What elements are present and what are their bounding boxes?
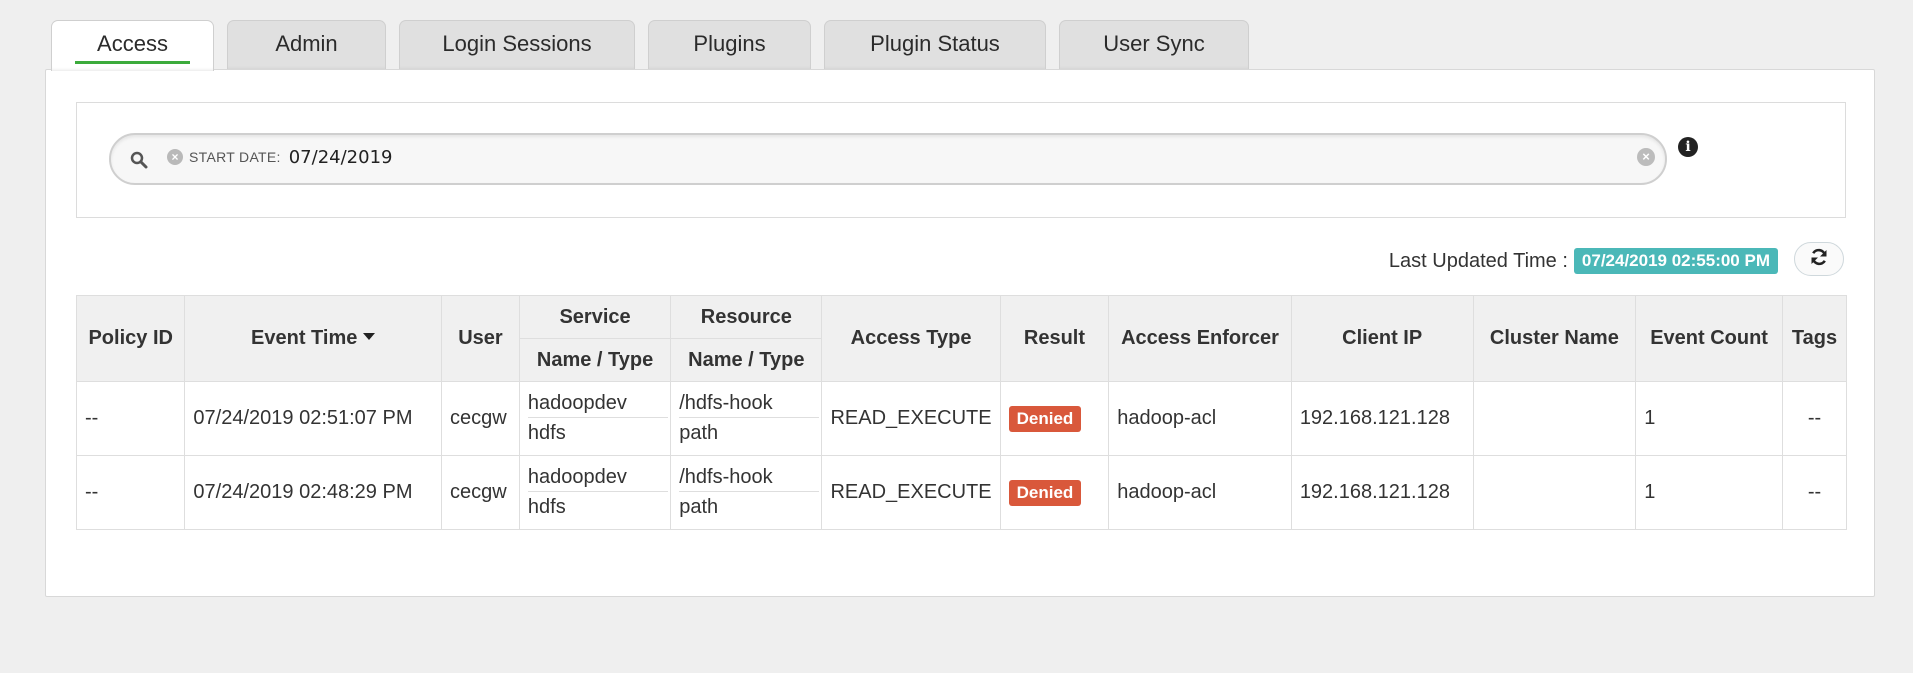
facet-remove-icon[interactable]: × <box>167 149 183 165</box>
resource-name: /hdfs-hook <box>679 466 820 492</box>
tab-user-sync[interactable]: User Sync <box>1059 20 1249 70</box>
cell-event-count: 1 <box>1635 381 1783 456</box>
table-row: -- 07/24/2019 02:51:07 PM cecgw hadoopde… <box>75 381 1848 456</box>
tab-plugin-status[interactable]: Plugin Status <box>824 20 1046 70</box>
last-updated-time-badge: 07/24/2019 02:55:00 PM <box>1573 248 1778 274</box>
search-container: × START DATE: 07/24/2019 × i <box>76 102 1846 218</box>
tab-access[interactable]: Access <box>51 20 214 71</box>
cell-event-count: 1 <box>1635 455 1783 530</box>
access-audit-panel: × START DATE: 07/24/2019 × i Last Update… <box>45 69 1875 597</box>
table-header-row: Policy ID Event Time User Service Resour… <box>75 295 1848 382</box>
table-row: -- 07/24/2019 02:48:29 PM cecgw hadoopde… <box>75 455 1848 530</box>
col-event-count: Event Count <box>1635 295 1783 382</box>
cell-client-ip: 192.168.121.128 <box>1290 455 1474 530</box>
col-client-ip: Client IP <box>1290 295 1474 382</box>
cell-access-enforcer: hadoop-acl <box>1108 381 1292 456</box>
clear-icon[interactable]: × <box>1637 148 1655 166</box>
service-type: hdfs <box>527 422 566 444</box>
cell-user: cecgw <box>441 381 520 456</box>
tab-label: Access <box>75 31 190 64</box>
col-access-type: Access Type <box>821 295 1001 382</box>
cell-service: hadoopdev hdfs <box>518 381 672 456</box>
tab-label: User Sync <box>1103 31 1205 56</box>
refresh-icon <box>1809 247 1829 272</box>
cell-access-type: READ_EXECUTE <box>821 455 1001 530</box>
search-facet-start-date[interactable]: × START DATE: 07/24/2019 <box>167 144 392 170</box>
tab-label: Admin <box>275 31 338 56</box>
audit-table: Policy ID Event Time User Service Resour… <box>75 295 1848 530</box>
cell-user: cecgw <box>441 455 520 530</box>
search-input[interactable]: × START DATE: 07/24/2019 × <box>109 133 1667 185</box>
info-icon[interactable]: i <box>1678 137 1698 157</box>
tab-label: Plugin Status <box>870 31 1000 56</box>
tab-bar: Access Admin Login Sessions Plugins Plug… <box>51 20 1262 71</box>
cell-event-time: 07/24/2019 02:48:29 PM <box>184 455 442 530</box>
refresh-button[interactable] <box>1794 242 1844 276</box>
cell-result: Denied <box>999 381 1110 456</box>
cell-event-time: 07/24/2019 02:51:07 PM <box>184 381 442 456</box>
resource-type: path <box>679 422 719 444</box>
search-icon <box>129 150 149 170</box>
cell-service: hadoopdev hdfs <box>518 455 672 530</box>
cell-result: Denied <box>999 455 1110 530</box>
cell-policy-id: -- <box>75 455 186 530</box>
sort-desc-icon <box>363 333 376 341</box>
col-service-name-type: Name / Type <box>518 338 672 382</box>
cell-cluster-name <box>1472 381 1637 456</box>
cell-policy-id: -- <box>75 381 186 456</box>
col-event-time-label: Event Time <box>251 327 358 349</box>
cell-access-enforcer: hadoop-acl <box>1108 455 1292 530</box>
tab-label: Plugins <box>693 31 766 56</box>
tab-admin[interactable]: Admin <box>227 20 386 70</box>
facet-value[interactable]: 07/24/2019 <box>289 147 393 168</box>
col-resource-name-type: Name / Type <box>670 338 823 382</box>
tab-login-sessions[interactable]: Login Sessions <box>399 20 635 70</box>
col-user: User <box>441 295 520 382</box>
col-result: Result <box>999 295 1110 382</box>
service-name: hadoopdev <box>527 466 669 492</box>
cell-tags: -- <box>1781 455 1848 530</box>
last-updated: Last Updated Time : 07/24/2019 02:55:00 … <box>1389 248 1778 274</box>
col-tags: Tags <box>1781 295 1848 382</box>
last-updated-label: Last Updated Time : <box>1388 249 1568 272</box>
cell-cluster-name <box>1472 455 1637 530</box>
col-access-enforcer: Access Enforcer <box>1108 295 1292 382</box>
resource-type: path <box>679 496 719 518</box>
col-resource-group: Resource <box>670 295 823 339</box>
cell-tags: -- <box>1781 381 1848 456</box>
tab-label: Login Sessions <box>442 31 592 56</box>
cell-access-type: READ_EXECUTE <box>821 381 1001 456</box>
cell-resource: /hdfs-hook path <box>670 381 823 456</box>
cell-resource: /hdfs-hook path <box>670 455 823 530</box>
tab-plugins[interactable]: Plugins <box>648 20 811 70</box>
result-denied-badge: Denied <box>1008 405 1082 432</box>
col-policy-id: Policy ID <box>75 295 186 382</box>
col-event-time[interactable]: Event Time <box>184 295 442 382</box>
col-service-group: Service <box>518 295 672 339</box>
col-cluster-name: Cluster Name <box>1472 295 1637 382</box>
service-name: hadoopdev <box>527 392 669 418</box>
facet-label: START DATE: <box>189 149 281 165</box>
result-denied-badge: Denied <box>1008 479 1082 506</box>
resource-name: /hdfs-hook <box>679 392 820 418</box>
service-type: hdfs <box>527 496 566 518</box>
cell-client-ip: 192.168.121.128 <box>1290 381 1474 456</box>
